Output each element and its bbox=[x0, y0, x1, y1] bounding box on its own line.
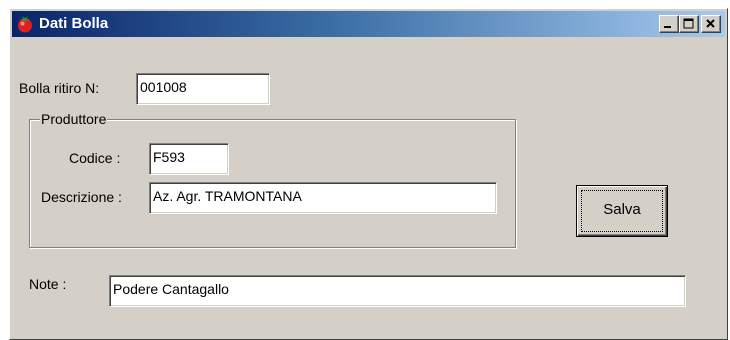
salva-button[interactable]: Salva bbox=[576, 185, 668, 237]
bolla-ritiro-label: Bolla ritiro N: bbox=[19, 80, 100, 96]
bolla-ritiro-input[interactable]: 001008 bbox=[136, 73, 270, 105]
codice-input[interactable]: F593 bbox=[149, 143, 229, 175]
note-input[interactable]: Podere Cantagallo bbox=[109, 275, 686, 307]
dati-bolla-window: Dati Bolla Bolla ritiro N: 001008 Produt… bbox=[9, 8, 728, 340]
note-label: Note : bbox=[29, 276, 67, 292]
window-title: Dati Bolla bbox=[39, 15, 109, 32]
descrizione-input[interactable]: Az. Agr. TRAMONTANA bbox=[149, 182, 497, 214]
produttore-group-label: Produttore bbox=[40, 110, 108, 128]
tomato-icon[interactable] bbox=[16, 15, 34, 33]
descrizione-label: Descrizione : bbox=[41, 189, 122, 205]
close-icon bbox=[706, 19, 715, 28]
codice-label: Codice : bbox=[69, 150, 121, 166]
maximize-icon bbox=[683, 18, 694, 29]
close-button[interactable] bbox=[701, 15, 721, 33]
minimize-button[interactable] bbox=[659, 15, 679, 33]
maximize-button[interactable] bbox=[679, 15, 699, 33]
title-bar[interactable]: Dati Bolla bbox=[12, 11, 725, 37]
salva-button-label: Salva bbox=[603, 201, 641, 218]
minimize-icon bbox=[664, 26, 671, 28]
